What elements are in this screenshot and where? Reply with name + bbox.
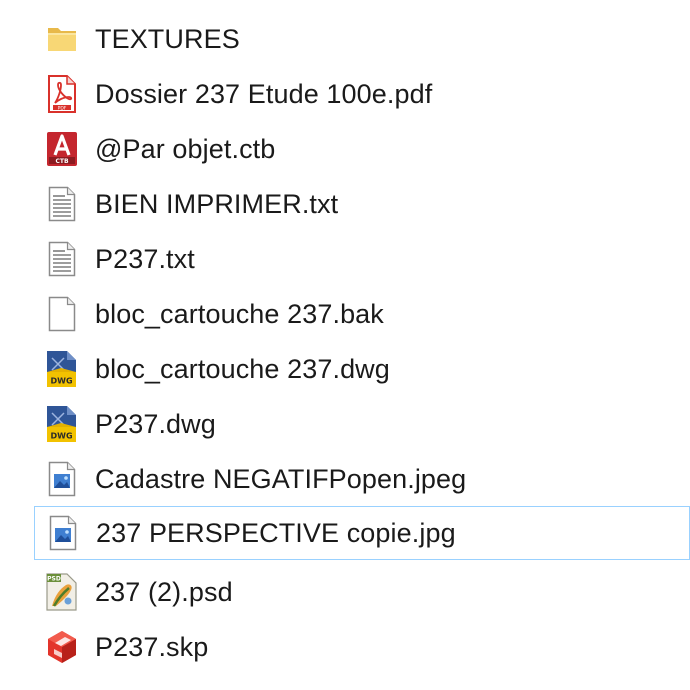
file-name: @Par objet.ctb: [95, 133, 276, 164]
dwg-file-icon: DWG: [44, 404, 80, 444]
file-item-bien-imprimer[interactable]: BIEN IMPRIMER.txt: [34, 177, 690, 231]
file-item-perspective-jpg[interactable]: 237 PERSPECTIVE copie.jpg: [34, 506, 690, 560]
file-item-p237-txt[interactable]: P237.txt: [34, 232, 690, 286]
file-name: P237.skp: [95, 631, 209, 662]
file-item-pdf[interactable]: PDF Dossier 237 Etude 100e.pdf: [34, 67, 690, 121]
file-item-ctb[interactable]: CTB @Par objet.ctb: [34, 122, 690, 176]
file-item-p237-dwg[interactable]: DWG P237.dwg: [34, 397, 690, 451]
file-name: bloc_cartouche 237.bak: [95, 298, 384, 329]
file-list: TEXTURES PDF Dossier 237 Etude 100e.pdf …: [0, 0, 690, 690]
file-name: Dossier 237 Etude 100e.pdf: [95, 78, 433, 109]
text-file-icon: [44, 239, 80, 279]
svg-text:PDF: PDF: [58, 105, 67, 111]
text-file-icon: [44, 184, 80, 224]
psd-file-icon: PSD: [44, 572, 80, 612]
file-name: P237.txt: [95, 243, 195, 274]
file-name: P237.dwg: [95, 408, 216, 439]
folder-icon: [44, 19, 80, 59]
file-name: Cadastre NEGATIFPopen.jpeg: [95, 463, 467, 494]
image-file-icon: [44, 459, 80, 499]
image-file-icon: [45, 513, 81, 553]
file-item-skp[interactable]: P237.skp: [34, 620, 690, 674]
file-item-bak[interactable]: bloc_cartouche 237.bak: [34, 287, 690, 341]
file-name: bloc_cartouche 237.dwg: [95, 353, 390, 384]
svg-text:DWG: DWG: [50, 377, 72, 386]
generic-file-icon: [44, 294, 80, 334]
file-name: BIEN IMPRIMER.txt: [95, 188, 339, 219]
file-name: 237 PERSPECTIVE copie.jpg: [96, 517, 456, 548]
pdf-file-icon: PDF: [44, 74, 80, 114]
svg-text:DWG: DWG: [50, 432, 72, 441]
file-item-textures[interactable]: TEXTURES: [34, 12, 690, 66]
file-name: TEXTURES: [95, 23, 240, 54]
file-item-psd[interactable]: PSD 237 (2).psd: [34, 565, 690, 619]
file-item-cadastre-jpeg[interactable]: Cadastre NEGATIFPopen.jpeg: [34, 452, 690, 506]
autocad-ctb-file-icon: CTB: [44, 129, 80, 169]
file-item-bloc-dwg[interactable]: DWG bloc_cartouche 237.dwg: [34, 342, 690, 396]
svg-text:PSD: PSD: [47, 576, 61, 583]
svg-text:CTB: CTB: [55, 158, 68, 165]
dwg-file-icon: DWG: [44, 349, 80, 389]
file-name: 237 (2).psd: [95, 576, 233, 607]
sketchup-file-icon: [44, 627, 80, 667]
